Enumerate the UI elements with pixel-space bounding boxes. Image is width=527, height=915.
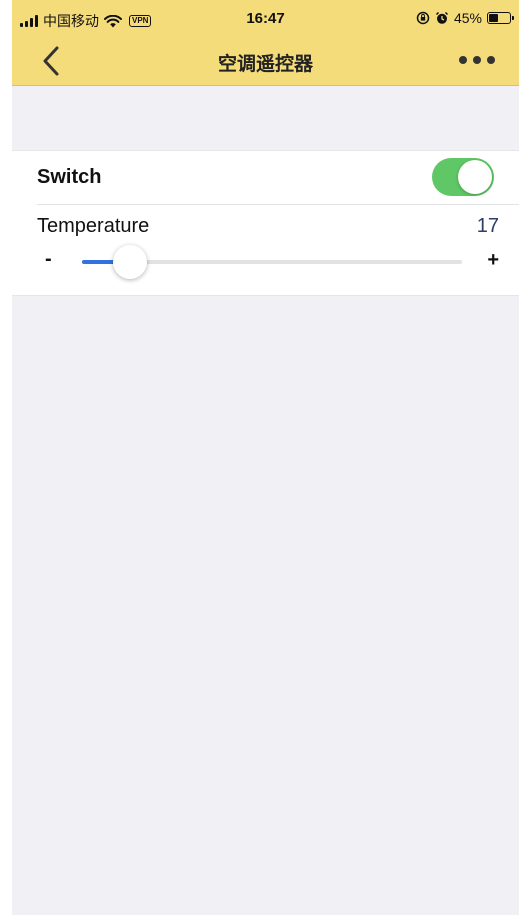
status-bar: 中国移动 VPN 16:47 45% (12, 0, 519, 38)
app-screen: 中国移动 VPN 16:47 45% 空调遥控器 Switch Temperat… (12, 0, 519, 915)
battery-percent: 45% (453, 10, 482, 26)
increase-button[interactable]: + (487, 249, 499, 272)
battery-icon (487, 12, 514, 24)
power-toggle[interactable] (432, 158, 494, 196)
temperature-slider[interactable] (82, 245, 462, 279)
battery-fill (489, 14, 498, 22)
page-title: 空调遥控器 (217, 54, 313, 75)
temperature-label: Temperature (37, 215, 150, 237)
orientation-lock-icon (416, 11, 430, 25)
toggle-knob (458, 160, 492, 194)
more-button[interactable] (459, 52, 495, 68)
control-card: Switch Temperature 17 - + (12, 150, 519, 296)
row-divider (37, 204, 519, 205)
alarm-icon (435, 11, 448, 24)
nav-bar: 空调遥控器 (12, 38, 519, 86)
decrease-button[interactable]: - (45, 248, 52, 271)
status-right: 45% (416, 10, 514, 26)
switch-row: Switch (12, 151, 519, 204)
temperature-value: 17 (476, 215, 499, 237)
slider-thumb[interactable] (112, 245, 147, 279)
ellipsis-icon (459, 56, 467, 64)
switch-label: Switch (37, 166, 102, 188)
